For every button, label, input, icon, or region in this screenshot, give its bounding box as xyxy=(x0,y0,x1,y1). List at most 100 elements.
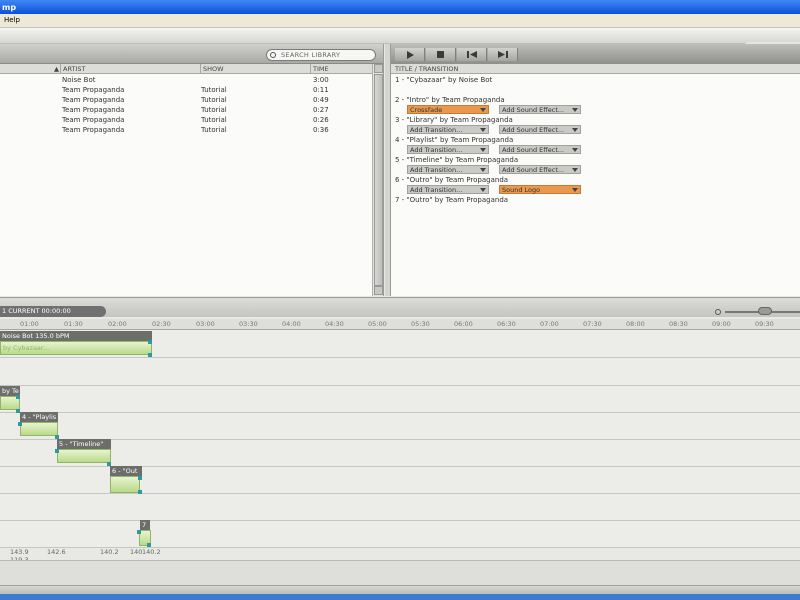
cell-show: Tutorial xyxy=(201,106,227,114)
timeline-track xyxy=(0,440,800,467)
library-scrollbar[interactable] xyxy=(372,64,383,296)
dropdown-value: Add Transition... xyxy=(410,126,463,134)
clip-handle[interactable] xyxy=(147,543,151,547)
timeline-toolbar xyxy=(0,297,800,317)
clip-handle[interactable] xyxy=(55,449,59,453)
scroll-up-button[interactable] xyxy=(374,64,383,73)
transition-dropdown[interactable]: Add Transition... xyxy=(407,145,489,154)
column-separator xyxy=(310,64,311,74)
next-button[interactable] xyxy=(488,48,518,61)
timeline-scrollbar[interactable] xyxy=(0,585,800,594)
playlist-item[interactable]: 6 - "Outro" by Team Propaganda xyxy=(395,176,508,184)
clip-label[interactable]: 5 - "Timeline" xyxy=(57,439,111,449)
column-separator xyxy=(200,64,201,74)
clip-waveform[interactable] xyxy=(110,476,140,493)
transition-dropdown[interactable]: Add Transition... xyxy=(407,125,489,134)
playlist-item[interactable]: 3 - "Library" by Team Propaganda xyxy=(395,116,513,124)
taskbar xyxy=(0,594,800,600)
playlist-item[interactable]: 4 - "Playlist" by Team Propaganda xyxy=(395,136,513,144)
table-row[interactable]: Team Propaganda Tutorial 0:27 xyxy=(0,105,372,115)
clip-label[interactable]: 4 - "Playlis xyxy=(20,412,58,422)
cell-show: Tutorial xyxy=(201,96,227,104)
ruler-tick: 08:30 xyxy=(669,320,688,328)
column-separator xyxy=(60,64,61,74)
scroll-down-button[interactable] xyxy=(374,286,383,295)
previous-icon xyxy=(466,51,477,58)
window-title-bar: mp xyxy=(0,0,800,14)
ruler-tick: 06:30 xyxy=(497,320,516,328)
library-panel: SEARCH LIBRARY ▲ ARTIST SHOW TIME Noise … xyxy=(0,44,384,296)
clip-handle[interactable] xyxy=(148,353,152,357)
clip-handle[interactable] xyxy=(16,395,20,399)
dropdown-value: Add Sound Effect... xyxy=(502,146,565,154)
clip-handle[interactable] xyxy=(138,476,142,480)
ruler-tick: 02:00 xyxy=(108,320,127,328)
playlist-item[interactable]: 5 - "Timeline" by Team Propaganda xyxy=(395,156,518,164)
timeline-track xyxy=(0,358,800,386)
zoom-slider-handle[interactable] xyxy=(758,307,772,315)
ruler-tick: 04:00 xyxy=(282,320,301,328)
sound-effect-dropdown[interactable]: Sound Logo xyxy=(499,185,581,194)
sound-effect-dropdown[interactable]: Add Sound Effect... xyxy=(499,125,581,134)
ruler-tick: 04:30 xyxy=(325,320,344,328)
transition-dropdown[interactable]: Add Transition... xyxy=(407,185,489,194)
playlist-item[interactable]: 1 - "Cybazaar" by Noise Bot xyxy=(395,76,492,84)
table-row[interactable]: Team Propaganda Tutorial 0:36 xyxy=(0,125,372,135)
cell-show: Tutorial xyxy=(201,116,227,124)
ruler-tick: 07:00 xyxy=(540,320,559,328)
previous-button[interactable] xyxy=(457,48,487,61)
play-button[interactable] xyxy=(395,48,425,61)
library-header: SEARCH LIBRARY xyxy=(0,44,383,64)
table-row[interactable]: Team Propaganda Tutorial 0:49 xyxy=(0,95,372,105)
transport-bar xyxy=(391,44,800,64)
search-icon xyxy=(270,52,276,58)
chevron-down-icon xyxy=(480,148,486,152)
dropdown-value: Sound Logo xyxy=(502,186,541,194)
clip-handle[interactable] xyxy=(138,490,142,494)
sort-arrow-icon[interactable]: ▲ xyxy=(54,65,59,73)
timeline-ruler[interactable]: 01:00 01:30 02:00 02:30 03:00 03:30 04:0… xyxy=(0,319,800,330)
ruler-tick: 03:30 xyxy=(239,320,258,328)
stop-button[interactable] xyxy=(426,48,456,61)
chevron-down-icon xyxy=(480,128,486,132)
dropdown-value: Add Transition... xyxy=(410,146,463,154)
column-time[interactable]: TIME xyxy=(313,65,329,73)
column-artist[interactable]: ARTIST xyxy=(63,65,85,73)
ruler-tick: 01:00 xyxy=(20,320,39,328)
sound-effect-dropdown[interactable]: Add Sound Effect... xyxy=(499,105,581,114)
scroll-thumb[interactable] xyxy=(374,74,383,286)
menu-help[interactable]: Help xyxy=(4,16,20,24)
search-input[interactable]: SEARCH LIBRARY xyxy=(266,49,376,61)
sound-effect-dropdown[interactable]: Add Sound Effect... xyxy=(499,165,581,174)
chevron-down-icon xyxy=(572,128,578,132)
ruler-tick: 01:30 xyxy=(64,320,83,328)
playlist-item[interactable]: 7 - "Outro" by Team Propaganda xyxy=(395,196,508,204)
table-row[interactable]: Noise Bot 3:00 xyxy=(0,75,372,85)
clip-handle[interactable] xyxy=(18,422,22,426)
clip-handle[interactable] xyxy=(137,530,141,534)
clip-waveform[interactable] xyxy=(20,422,58,436)
clip-waveform[interactable]: by Cybazaar... xyxy=(0,341,152,355)
menu-bar: Help xyxy=(0,14,800,28)
transition-dropdown[interactable]: Crossfade xyxy=(407,105,489,114)
ruler-tick: 05:00 xyxy=(368,320,387,328)
timeline-track xyxy=(0,494,800,521)
clip-waveform[interactable] xyxy=(57,449,111,463)
dropdown-value: Add Sound Effect... xyxy=(502,126,565,134)
clip-label[interactable]: 6 - "Out xyxy=(110,466,142,476)
clip-handle[interactable] xyxy=(148,340,152,344)
bpm-label: 140.2 xyxy=(142,548,161,556)
table-row[interactable]: Team Propaganda Tutorial 0:26 xyxy=(0,115,372,125)
bpm-label: 143.9 xyxy=(10,548,29,556)
table-row[interactable]: Team Propaganda Tutorial 0:11 xyxy=(0,85,372,95)
cell-artist: Team Propaganda xyxy=(62,86,125,94)
column-show[interactable]: SHOW xyxy=(203,65,224,73)
sound-effect-dropdown[interactable]: Add Sound Effect... xyxy=(499,145,581,154)
playlist-item[interactable]: 2 - "Intro" by Team Propaganda xyxy=(395,96,505,104)
clip-label[interactable]: 7 xyxy=(140,520,150,530)
transition-dropdown[interactable]: Add Transition... xyxy=(407,165,489,174)
cell-artist: Team Propaganda xyxy=(62,106,125,114)
clip-label[interactable]: Noise Bot 135.0 bPM xyxy=(0,331,152,341)
next-icon xyxy=(497,51,508,58)
dropdown-value: Add Transition... xyxy=(410,166,463,174)
